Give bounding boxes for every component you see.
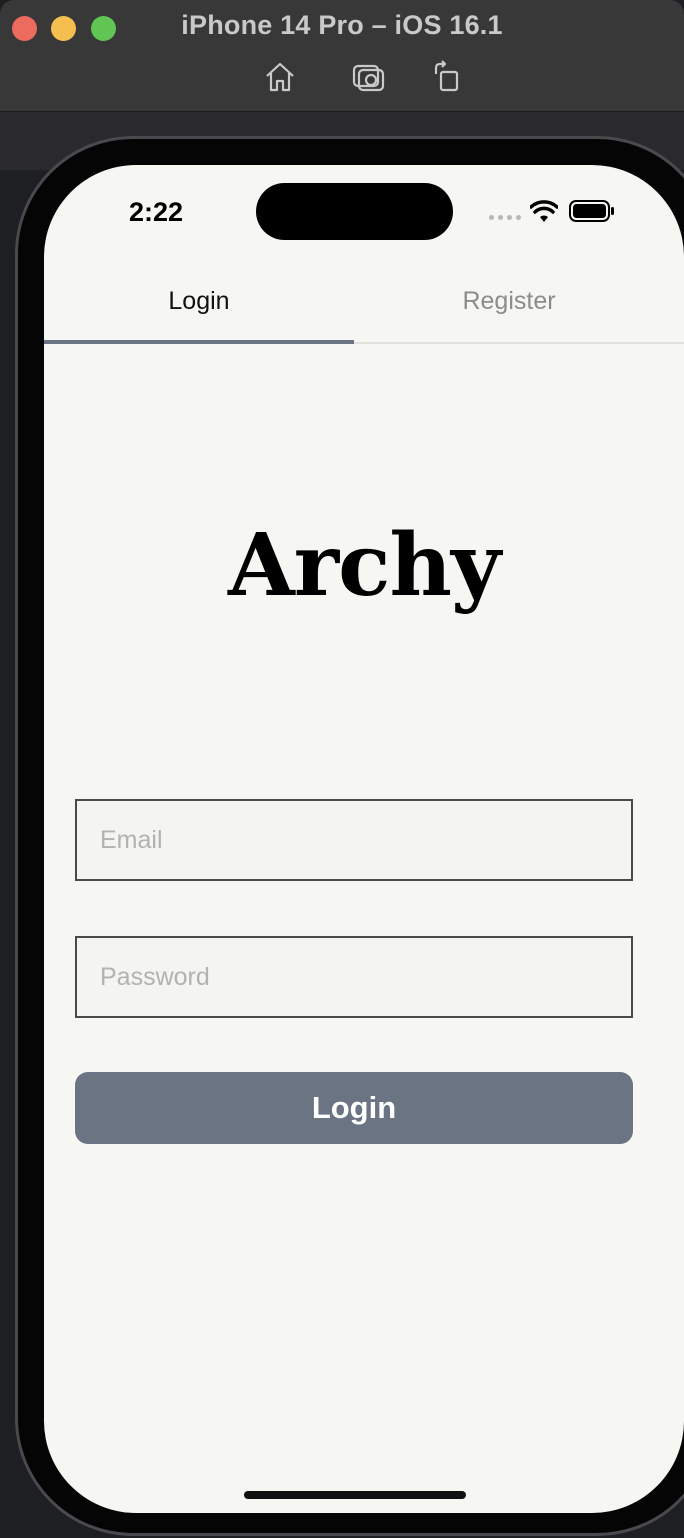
screenshot-icon[interactable] <box>351 60 385 94</box>
wifi-icon <box>530 200 558 222</box>
tab-login[interactable]: Login <box>44 270 354 344</box>
tab-register[interactable]: Register <box>354 270 664 344</box>
app-screen: 2:22 Login Register Archy Login <box>44 165 684 1513</box>
app-logo: Archy <box>228 515 501 616</box>
dynamic-island <box>256 183 453 240</box>
email-field[interactable] <box>75 799 633 881</box>
rotate-icon[interactable] <box>431 60 465 94</box>
login-button[interactable]: Login <box>75 1072 633 1144</box>
status-time: 2:22 <box>129 197 184 227</box>
simulator-titlebar: iPhone 14 Pro – iOS 16.1 <box>0 0 684 112</box>
home-icon[interactable] <box>263 60 297 94</box>
signal-icon <box>489 215 521 220</box>
tab-indicator <box>44 340 354 344</box>
password-field[interactable] <box>75 936 633 1018</box>
auth-tabs: Login Register <box>44 270 684 344</box>
home-indicator[interactable] <box>244 1491 466 1499</box>
battery-icon <box>569 200 614 222</box>
window-title: iPhone 14 Pro – iOS 16.1 <box>181 10 503 40</box>
